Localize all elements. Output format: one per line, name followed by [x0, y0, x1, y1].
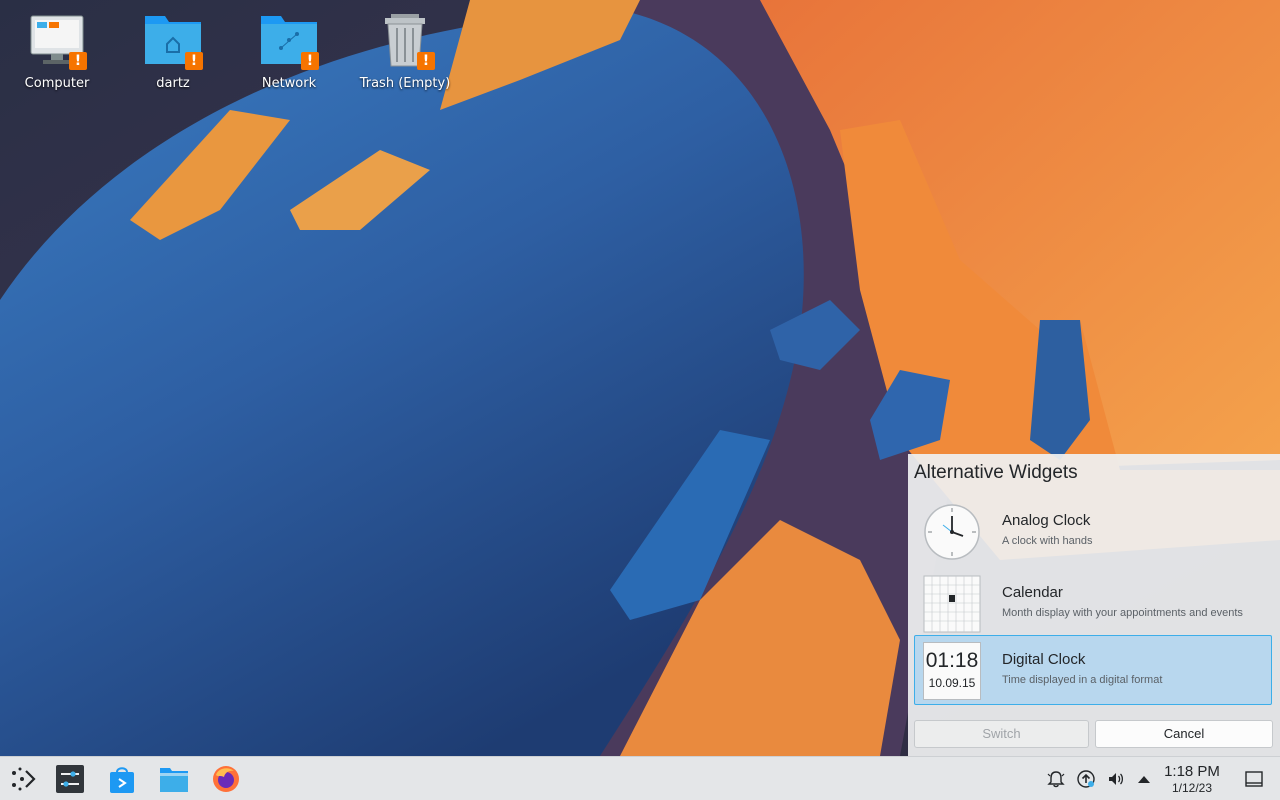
calendar-icon: [923, 575, 981, 633]
widget-name: Calendar: [1002, 584, 1063, 601]
expand-tray-icon[interactable]: [1134, 769, 1154, 789]
notifications-icon[interactable]: [1046, 769, 1066, 789]
digital-clock-icon: 01:18 10.09.15: [923, 642, 981, 700]
clock-time[interactable]: 1:18 PM: [1158, 763, 1226, 780]
desktop-icon-label: dartz: [156, 76, 190, 91]
clock-date[interactable]: 1/12/23: [1158, 781, 1226, 795]
desktop-icon-label: Computer: [24, 76, 90, 91]
digital-clock-preview-time: 01:18: [925, 649, 979, 672]
taskbar: 1:18 PM 1/12/23: [0, 756, 1280, 800]
panel-title: Alternative Widgets: [914, 462, 1078, 483]
warning-icon: !: [185, 52, 203, 70]
warning-icon: !: [417, 52, 435, 70]
cancel-button[interactable]: Cancel: [1095, 720, 1273, 748]
system-settings-icon[interactable]: [54, 763, 86, 795]
switch-button[interactable]: Switch: [914, 720, 1089, 748]
desktop-icon-home-folder[interactable]: ! dartz: [121, 10, 225, 91]
widget-name: Digital Clock: [1002, 651, 1086, 668]
application-launcher-icon[interactable]: [6, 763, 38, 795]
desktop-icon-computer[interactable]: ! Computer: [5, 10, 109, 91]
alternative-widgets-panel: Alternative Widgets Analog Clock A clock…: [908, 454, 1280, 756]
discover-icon[interactable]: [106, 763, 138, 795]
widget-description: Time displayed in a digital format: [1002, 674, 1163, 686]
widget-item-analog-clock[interactable]: Analog Clock A clock with hands: [914, 496, 1272, 566]
desktop-icon-label: Trash (Empty): [359, 76, 451, 91]
dolphin-file-manager-icon[interactable]: [158, 763, 190, 795]
widget-item-digital-clock[interactable]: 01:18 10.09.15 Digital Clock Time displa…: [914, 635, 1272, 705]
widget-item-calendar[interactable]: Calendar Month display with your appoint…: [914, 568, 1272, 638]
firefox-icon[interactable]: [210, 763, 242, 795]
desktop-icon-trash[interactable]: ! Trash (Empty): [353, 10, 457, 91]
desktop-icon-label: Network: [261, 76, 317, 91]
desktop-icon-network[interactable]: ! Network: [237, 10, 341, 91]
widget-description: Month display with your appointments and…: [1002, 607, 1243, 619]
volume-icon[interactable]: [1106, 769, 1126, 789]
analog-clock-icon: [924, 504, 980, 560]
widget-description: A clock with hands: [1002, 535, 1093, 547]
updates-icon[interactable]: [1076, 769, 1096, 789]
warning-icon: !: [69, 52, 87, 70]
widget-name: Analog Clock: [1002, 512, 1091, 529]
digital-clock-preview-date: 10.09.15: [928, 676, 976, 690]
warning-icon: !: [301, 52, 319, 70]
show-desktop-icon[interactable]: [1244, 769, 1264, 789]
